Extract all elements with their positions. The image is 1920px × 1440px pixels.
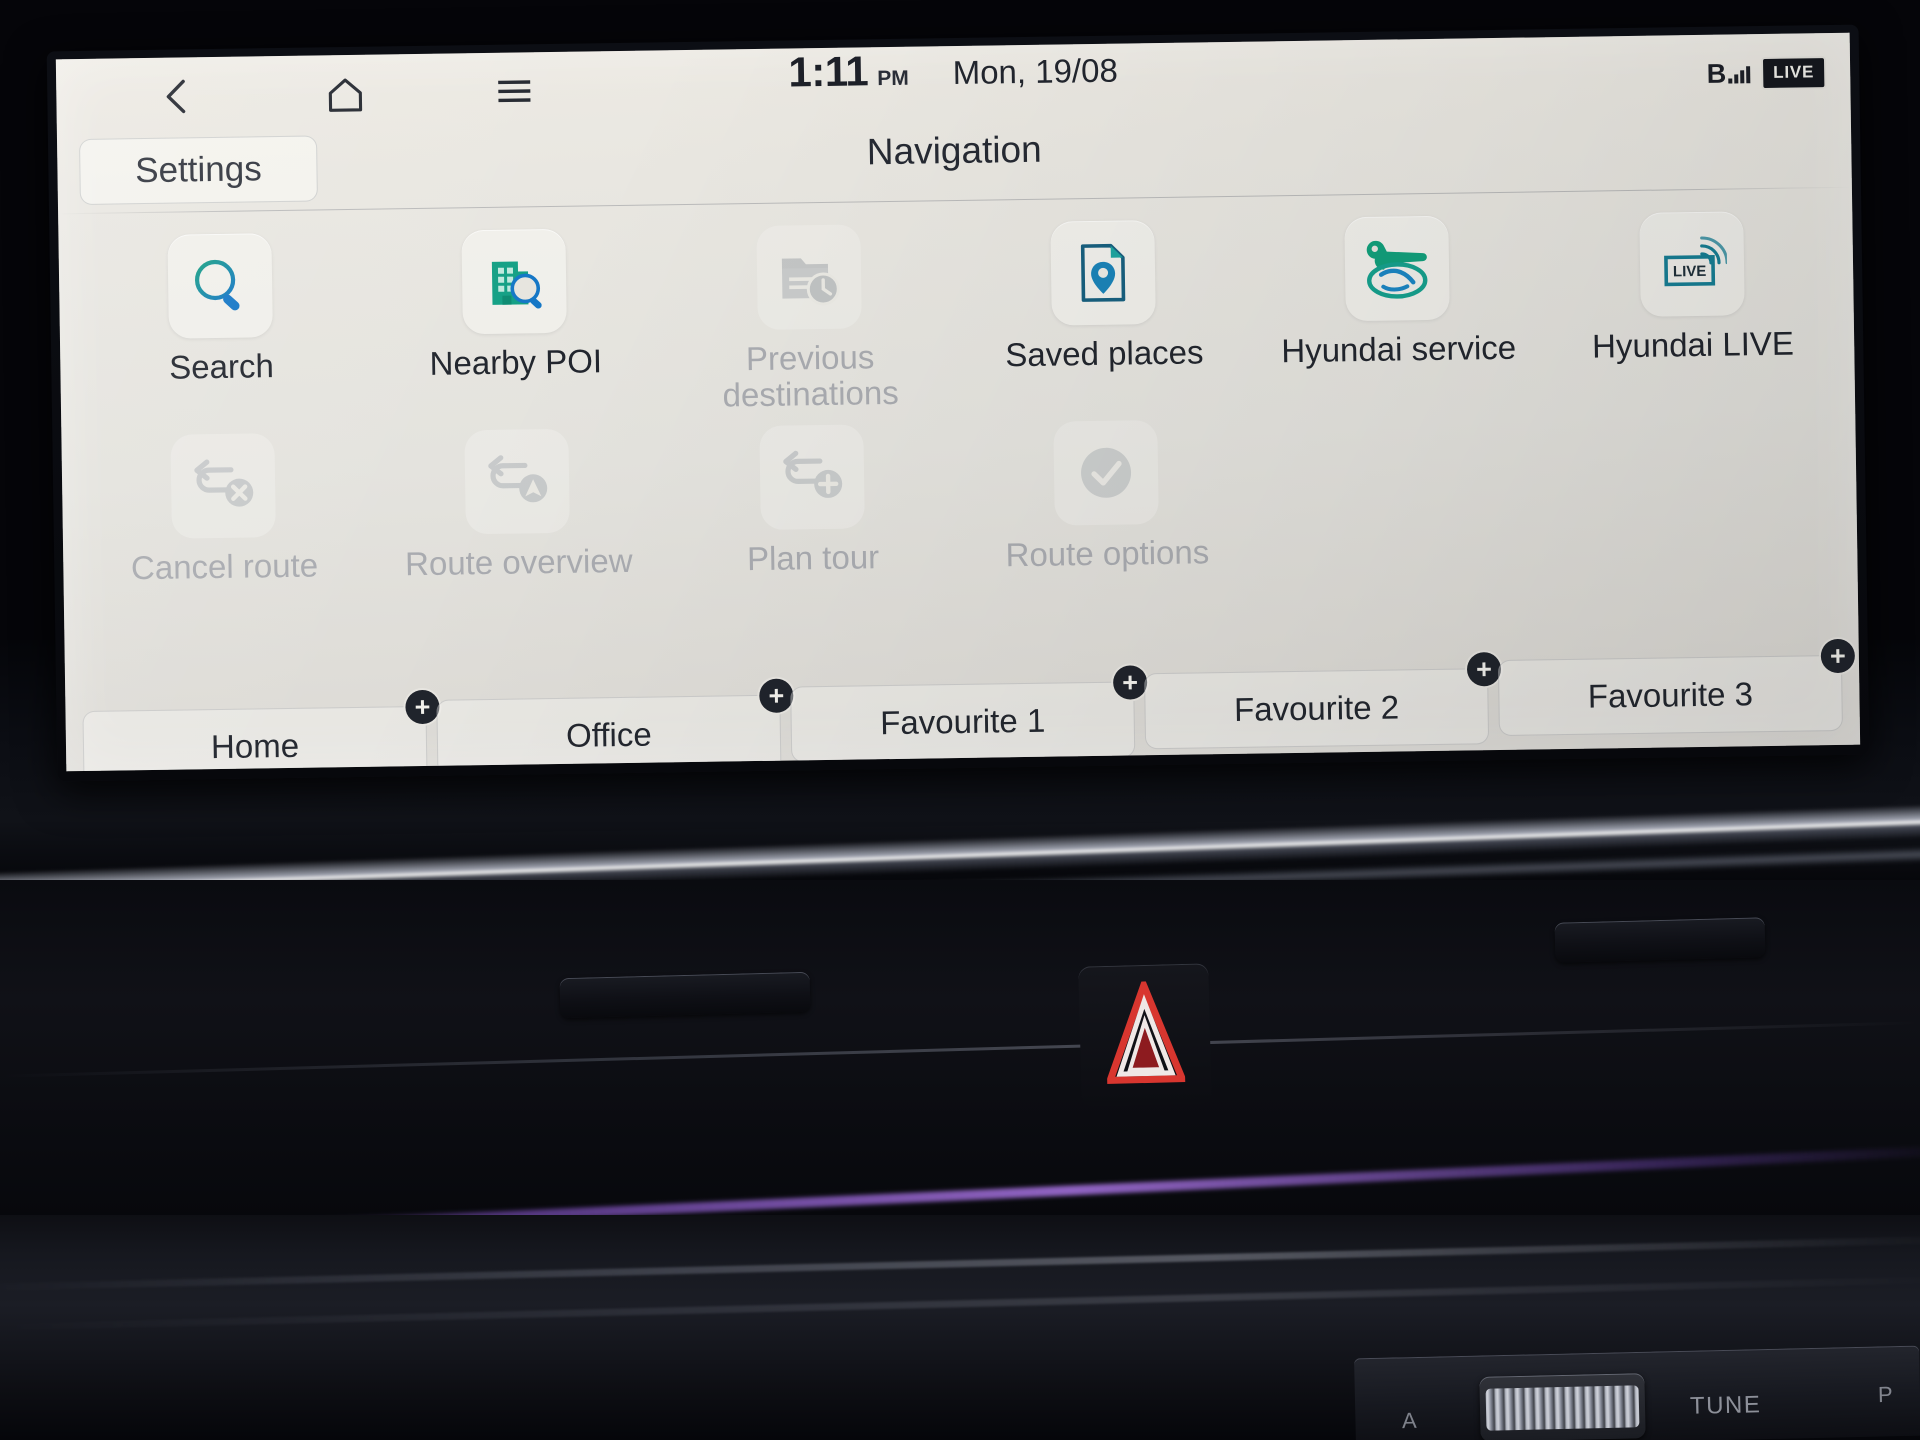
bluetooth-label: B bbox=[1706, 58, 1727, 89]
infotainment-display: 1:11 PM Mon, 19/08 B LIVE Settings Navig… bbox=[46, 24, 1870, 782]
menu-row-1: Search Nearby POI Previous destinations … bbox=[72, 196, 1841, 422]
bluetooth-signal-icon: B bbox=[1706, 58, 1751, 89]
folder-clock-icon bbox=[756, 224, 862, 330]
wrench-hyundai-logo-icon bbox=[1344, 215, 1451, 322]
search-magnifier-icon bbox=[167, 233, 274, 339]
favourite-3[interactable]: Favourite 3 + bbox=[1497, 638, 1856, 737]
menu-item-label: Hyundai LIVE bbox=[1591, 324, 1795, 365]
hazard-warning-triangle-icon bbox=[1105, 975, 1188, 1089]
menu-item-cancel-route[interactable]: Cancel route bbox=[75, 418, 372, 620]
svg-text:LIVE: LIVE bbox=[1673, 263, 1707, 280]
navigation-menu-grid: Search Nearby POI Previous destinations … bbox=[58, 188, 1858, 621]
menu-item-label: Plan tour bbox=[746, 538, 880, 578]
menu-item-route-overview[interactable]: Route overview bbox=[369, 414, 666, 616]
document-pin-icon bbox=[1050, 220, 1156, 326]
favourite-label: Favourite 2 bbox=[1233, 688, 1400, 728]
menu-item-label: Route options bbox=[1005, 533, 1210, 574]
live-status-badge: LIVE bbox=[1762, 57, 1825, 88]
display-screen: 1:11 PM Mon, 19/08 B LIVE Settings Navig… bbox=[55, 32, 1861, 772]
favourite-label: Office bbox=[565, 715, 652, 754]
live-broadcast-icon: LIVE bbox=[1639, 211, 1745, 317]
add-favourite-icon[interactable]: + bbox=[759, 678, 794, 713]
menu-item-search[interactable]: Search bbox=[72, 218, 369, 423]
menu-item-label: Route overview bbox=[404, 542, 633, 583]
hamburger-menu-icon[interactable] bbox=[492, 69, 537, 114]
favourite-label: Favourite 1 bbox=[879, 701, 1046, 742]
date-display: Mon, 19/08 bbox=[952, 51, 1119, 92]
clock: 1:11 PM bbox=[788, 47, 909, 97]
favourite-2[interactable]: Favourite 2 + bbox=[1144, 651, 1502, 750]
tune-knob[interactable] bbox=[1479, 1373, 1646, 1440]
menu-item-label: Saved places bbox=[1005, 333, 1204, 374]
menu-row-2: Cancel route Route overview Plan tour Ro… bbox=[75, 396, 1844, 620]
favourite-label: Home bbox=[210, 726, 300, 766]
menu-item-nearby-poi[interactable]: Nearby POI bbox=[367, 213, 664, 418]
air-vent-right bbox=[1554, 917, 1766, 963]
menu-item-saved-places[interactable]: Saved places bbox=[955, 205, 1252, 410]
chevron-left-icon[interactable] bbox=[154, 74, 199, 119]
favourite-home[interactable]: Home + bbox=[82, 689, 440, 772]
add-favourite-icon[interactable]: + bbox=[1820, 638, 1856, 674]
favourite-office[interactable]: Office + bbox=[436, 678, 794, 772]
favourite-label: Favourite 3 bbox=[1587, 675, 1754, 715]
menu-item-previous-destinations[interactable]: Previous destinations bbox=[661, 209, 958, 414]
menu-item-route-options[interactable]: Route options bbox=[958, 405, 1255, 607]
add-favourite-icon[interactable]: + bbox=[405, 689, 440, 725]
menu-item-label: Search bbox=[168, 347, 275, 386]
menu-item-hyundai-live[interactable]: LIVE Hyundai LIVE bbox=[1544, 196, 1841, 401]
favourite-1[interactable]: Favourite 1 + bbox=[790, 665, 1148, 763]
route-add-icon bbox=[759, 424, 865, 531]
add-favourite-icon[interactable]: + bbox=[1466, 651, 1502, 687]
signal-bars-icon bbox=[1728, 66, 1751, 84]
menu-item-plan-tour[interactable]: Plan tour bbox=[664, 409, 961, 611]
menu-item-label: Hyundai service bbox=[1281, 328, 1517, 370]
status-indicators: B LIVE bbox=[1706, 57, 1825, 89]
clock-ampm: PM bbox=[877, 66, 909, 91]
menu-item-label: Nearby POI bbox=[429, 342, 603, 382]
console-label-a: A bbox=[1401, 1407, 1417, 1434]
home-icon[interactable] bbox=[323, 72, 368, 117]
building-search-icon bbox=[461, 228, 568, 335]
add-favourite-icon[interactable]: + bbox=[1112, 665, 1148, 700]
knob-knurl-texture bbox=[1485, 1385, 1640, 1431]
console-label-p: P bbox=[1877, 1381, 1893, 1408]
air-vent-left bbox=[559, 971, 811, 1019]
tune-knob-label: TUNE bbox=[1689, 1391, 1762, 1420]
menu-slot-empty-1 bbox=[1252, 401, 1549, 603]
cabin-scene: TUNE P A 1:11 PM Mon, 19/08 B LIVE Setti… bbox=[0, 0, 1920, 1440]
hazard-warning-button[interactable] bbox=[1078, 963, 1212, 1107]
check-circle-icon bbox=[1053, 420, 1159, 526]
menu-item-hyundai-service[interactable]: Hyundai service bbox=[1249, 200, 1546, 405]
clock-time: 1:11 bbox=[788, 47, 869, 96]
menu-slot-empty-2 bbox=[1547, 396, 1844, 598]
menu-item-label: Cancel route bbox=[130, 546, 319, 587]
route-overview-icon bbox=[464, 429, 571, 535]
menu-item-label: Previous destinations bbox=[722, 338, 899, 414]
route-cancel-icon bbox=[170, 433, 277, 539]
